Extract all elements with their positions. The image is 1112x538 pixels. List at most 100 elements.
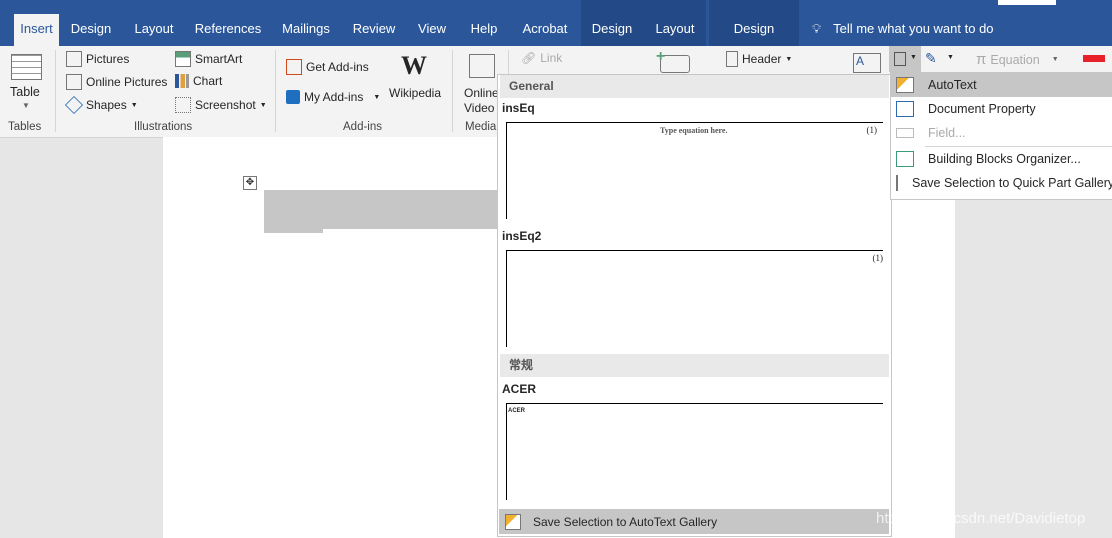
link-button[interactable]: 🔗︎ Link xyxy=(521,51,562,65)
sign-in-button[interactable] xyxy=(998,0,1056,5)
tell-me-search[interactable]: 💡︎ Tell me what you want to do xyxy=(812,14,1012,46)
pictures-button[interactable]: Pictures xyxy=(66,51,129,67)
title-bar: Insert Design Layout References Mailings… xyxy=(0,0,1112,46)
gallery-entry-inseq2[interactable]: (1) xyxy=(506,250,883,347)
tab-references[interactable]: References xyxy=(190,14,266,46)
label: Online Pictures xyxy=(86,75,168,89)
label: Pictures xyxy=(86,52,130,66)
tab-layout[interactable]: Layout xyxy=(126,14,182,46)
autotext-gallery: General insEq Type equation here. (1) in… xyxy=(497,74,892,537)
selected-table-cell[interactable] xyxy=(264,190,498,229)
tab-table-layout[interactable]: Layout xyxy=(645,14,705,46)
smartart-button[interactable]: SmartArt xyxy=(175,51,242,67)
label: Equation xyxy=(990,52,1040,67)
quick-parts-menu: AutoText Document Property Field... Buil… xyxy=(890,72,1112,200)
divider xyxy=(452,50,453,132)
wikipedia-icon: W xyxy=(401,51,427,80)
label: Chart xyxy=(193,74,223,88)
get-addins-button[interactable]: Get Add-ins xyxy=(286,59,369,75)
screenshot-button[interactable]: Screenshot ▼ xyxy=(175,97,267,113)
tell-me-label: Tell me what you want to do xyxy=(833,21,994,36)
pi-icon: π xyxy=(976,51,987,68)
wikipedia-button[interactable]: Wikipedia xyxy=(389,86,441,100)
tab-design[interactable]: Design xyxy=(64,14,118,46)
label: Video xyxy=(464,101,495,115)
table-move-handle-icon[interactable]: ✥ xyxy=(243,176,257,190)
my-addins-button[interactable]: My Add-ins ▼ xyxy=(286,90,380,104)
symbol-icon[interactable] xyxy=(1083,55,1105,62)
section-changgui: 常规 xyxy=(500,354,889,377)
menu-item-save-quick-part[interactable]: Save Selection to Quick Part Gallery... xyxy=(891,171,1112,195)
preview-text: ACER xyxy=(508,408,526,414)
group-illustrations: Illustrations xyxy=(134,121,193,133)
divider xyxy=(275,50,276,132)
menu-item-building-blocks-organizer[interactable]: Building Blocks Organizer... xyxy=(891,147,1112,171)
label: Save Selection to Quick Part Gallery... xyxy=(912,176,1112,190)
divider xyxy=(55,50,56,132)
tab-review[interactable]: Review xyxy=(346,14,402,46)
chevron-down-icon: ▼ xyxy=(910,54,917,61)
label: Get Add-ins xyxy=(306,60,369,74)
entry-name: insEq2 xyxy=(502,229,542,243)
pictures-icon xyxy=(66,51,82,67)
online-video-icon xyxy=(469,54,495,78)
selected-table-cell xyxy=(264,229,323,233)
tab-header-design[interactable]: Design xyxy=(710,14,798,46)
group-media: Media xyxy=(465,121,497,133)
group-tables: Tables xyxy=(8,121,42,133)
smartart-icon xyxy=(175,51,191,67)
shapes-button[interactable]: Shapes ▼ xyxy=(64,95,138,115)
tab-mailings[interactable]: Mailings xyxy=(274,14,338,46)
entry-name: ACER xyxy=(502,382,537,396)
online-pictures-button[interactable]: Online Pictures xyxy=(66,74,167,90)
watermark: https://blog.csdn.net/Davidietop xyxy=(876,510,1086,527)
menu-item-field[interactable]: Field... xyxy=(891,121,1112,145)
menu-item-document-property[interactable]: Document Property xyxy=(891,97,1112,121)
link-icon: 🔗︎ xyxy=(521,51,537,65)
label: AutoText xyxy=(928,78,977,92)
tab-acrobat[interactable]: Acrobat xyxy=(514,14,576,46)
label: Screenshot xyxy=(195,98,256,112)
label: Link xyxy=(540,51,563,65)
store-icon xyxy=(286,59,302,75)
chart-button[interactable]: Chart xyxy=(175,74,222,88)
field-icon xyxy=(896,128,914,138)
quick-parts-icon xyxy=(894,52,906,66)
document-property-icon xyxy=(896,101,914,117)
shapes-icon xyxy=(64,95,84,115)
tab-view[interactable]: View xyxy=(410,14,454,46)
preview-text: Type equation here. xyxy=(660,126,728,135)
table-button[interactable]: Table xyxy=(10,85,40,99)
text-box-icon[interactable]: A xyxy=(853,53,881,73)
label: Building Blocks Organizer... xyxy=(928,152,1081,166)
header-button[interactable]: Header ▼ xyxy=(726,51,792,67)
header-icon xyxy=(726,51,738,67)
group-addins: Add-ins xyxy=(343,121,382,133)
menu-item-autotext[interactable]: AutoText xyxy=(891,73,1112,97)
label: Field... xyxy=(928,126,966,140)
signature-line-icon[interactable]: ✎ xyxy=(925,50,937,67)
organizer-icon xyxy=(896,151,914,167)
autotext-icon xyxy=(505,513,521,530)
addins-icon xyxy=(286,90,300,104)
tab-insert[interactable]: Insert xyxy=(14,14,59,46)
label: My Add-ins xyxy=(304,90,364,104)
label: Document Property xyxy=(928,102,1036,116)
screenshot-icon xyxy=(175,97,191,113)
label: Shapes xyxy=(86,98,127,112)
tab-help[interactable]: Help xyxy=(462,14,506,46)
label: SmartArt xyxy=(195,52,243,66)
gallery-entry-acer[interactable]: ACER xyxy=(506,403,883,500)
entry-name: insEq xyxy=(502,101,535,115)
equation-button[interactable]: π Equation ▼ xyxy=(976,51,1059,68)
tab-table-design[interactable]: Design xyxy=(585,14,639,46)
save-icon xyxy=(896,175,898,191)
autotext-icon xyxy=(896,77,914,93)
section-general: General xyxy=(500,75,889,98)
online-video-button[interactable]: Online Video xyxy=(464,86,499,116)
gallery-entry-inseq[interactable]: Type equation here. (1) xyxy=(506,122,883,219)
save-to-autotext-gallery[interactable]: Save Selection to AutoText Gallery xyxy=(499,509,889,534)
lightbulb-icon: 💡︎ xyxy=(812,21,822,36)
label: Online xyxy=(464,86,499,100)
chart-icon xyxy=(175,74,189,88)
